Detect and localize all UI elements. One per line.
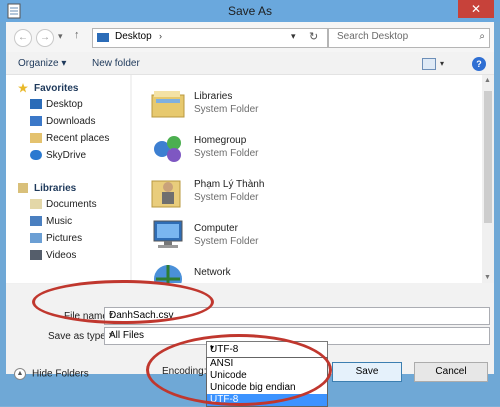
- scrollbar-thumb[interactable]: [484, 91, 492, 223]
- list-item[interactable]: Computer System Folder: [150, 217, 470, 257]
- file-name: Network: [194, 267, 231, 278]
- address-dropdown-icon[interactable]: ▾: [291, 31, 296, 42]
- sidebar-item-label: Documents: [46, 199, 97, 210]
- sidebar-item-label: Videos: [46, 250, 77, 261]
- homegroup-icon: [154, 136, 181, 162]
- save-as-type-dropdown-icon[interactable]: ▾: [109, 330, 486, 339]
- sidebar-item-desktop[interactable]: Desktop: [30, 99, 83, 110]
- view-dropdown-icon[interactable]: ▾: [440, 59, 444, 68]
- up-arrow-icon[interactable]: ↑: [74, 29, 80, 41]
- file-name: Computer: [194, 223, 238, 234]
- search-input[interactable]: Search Desktop ⌕: [328, 28, 490, 48]
- search-placeholder: Search Desktop: [337, 31, 409, 42]
- sidebar-item-label: Desktop: [46, 99, 83, 110]
- sidebar-item-label: Pictures: [46, 233, 83, 244]
- list-item[interactable]: Phạm Lý Thành System Folder: [150, 173, 470, 213]
- file-name: Phạm Lý Thành: [194, 179, 265, 190]
- navigation-pane: Favorites Desktop Downloads Recent place…: [6, 75, 130, 283]
- sidebar-item-music[interactable]: Music: [30, 216, 72, 227]
- change-view-icon[interactable]: [422, 58, 436, 70]
- pictures-icon: [30, 233, 42, 244]
- sidebar-item-downloads[interactable]: Downloads: [30, 116, 95, 127]
- file-list: Libraries System Folder Homegroup System…: [132, 75, 482, 283]
- file-type: System Folder: [194, 148, 259, 159]
- sidebar-item-recent-places[interactable]: Recent places: [30, 133, 109, 144]
- list-item[interactable]: Homegroup System Folder: [150, 129, 470, 169]
- list-item[interactable]: Libraries System Folder: [150, 85, 470, 125]
- organize-button[interactable]: Organize ▾: [18, 58, 66, 69]
- breadcrumb-chevron-icon[interactable]: ›: [159, 31, 162, 41]
- chevron-up-icon: ▲: [14, 368, 26, 380]
- navigation-bar: ← → ▾ ↑ Desktop › ▾ ↻ Search Desktop ⌕: [6, 22, 494, 52]
- file-type: System Folder: [194, 236, 259, 247]
- scroll-down-icon[interactable]: ▼: [484, 274, 491, 281]
- documents-icon: [30, 199, 42, 210]
- libraries-icon: [18, 183, 28, 194]
- hide-folders-button[interactable]: ▲ Hide Folders: [14, 368, 89, 380]
- star-icon: [18, 83, 28, 93]
- save-as-type-label: Save as type:: [48, 331, 109, 342]
- address-text: Desktop: [115, 31, 152, 42]
- window-title: Save As: [227, 4, 273, 18]
- scroll-up-icon[interactable]: ▲: [484, 77, 491, 84]
- favorites-group[interactable]: Favorites: [18, 83, 78, 94]
- sidebar-item-videos[interactable]: Videos: [30, 250, 76, 261]
- recent-locations-dropdown-icon[interactable]: ▾: [58, 31, 63, 42]
- skydrive-cloud-icon: [30, 150, 42, 161]
- videos-icon: [30, 250, 42, 261]
- sidebar-item-label: Music: [46, 216, 73, 227]
- hide-folders-label: Hide Folders: [32, 368, 89, 380]
- back-arrow-icon[interactable]: ←: [14, 29, 32, 47]
- user-folder-icon: [151, 180, 181, 208]
- libraries-icon: [151, 91, 185, 118]
- highlight-ellipse-filename: [32, 280, 214, 324]
- search-icon[interactable]: ⌕: [479, 31, 485, 42]
- refresh-icon[interactable]: ↻: [309, 30, 318, 43]
- file-type: System Folder: [194, 192, 259, 203]
- save-button[interactable]: Save: [332, 362, 402, 382]
- sidebar-item-pictures[interactable]: Pictures: [30, 233, 82, 244]
- desktop-icon: [30, 99, 42, 110]
- save-as-window: Save As ✕ ← → ▾ ↑ Desktop › ▾ ↻ Search D…: [0, 0, 500, 407]
- address-bar[interactable]: Desktop › ▾ ↻: [92, 28, 328, 48]
- recent-places-icon: [30, 133, 42, 144]
- file-list-vertical-scrollbar[interactable]: ▲ ▼: [482, 75, 494, 283]
- command-toolbar: Organize ▾ New folder ▾ ?: [6, 52, 494, 75]
- new-folder-button[interactable]: New folder: [92, 58, 140, 69]
- list-item[interactable]: Network: [150, 261, 470, 283]
- favorites-label: Favorites: [34, 83, 79, 94]
- cancel-button[interactable]: Cancel: [414, 362, 488, 382]
- libraries-label: Libraries: [34, 183, 77, 194]
- file-name: Libraries: [194, 91, 233, 102]
- libraries-group[interactable]: Libraries: [18, 183, 76, 194]
- file-type: System Folder: [194, 104, 259, 115]
- computer-icon: [153, 220, 183, 248]
- desktop-folder-icon: [97, 33, 109, 42]
- sidebar-item-documents[interactable]: Documents: [30, 199, 97, 210]
- help-icon[interactable]: ?: [472, 57, 486, 71]
- music-icon: [30, 216, 42, 227]
- sidebar-item-skydrive[interactable]: SkyDrive: [30, 150, 86, 161]
- downloads-icon: [30, 116, 42, 127]
- sidebar-item-label: Recent places: [46, 133, 110, 144]
- close-button[interactable]: ✕: [458, 0, 494, 18]
- sidebar-item-label: Downloads: [46, 116, 96, 127]
- forward-arrow-icon[interactable]: →: [36, 29, 54, 47]
- file-name: Homegroup: [194, 135, 247, 146]
- highlight-ellipse-encoding: [146, 334, 332, 406]
- network-icon: [154, 265, 182, 283]
- sidebar-item-label: SkyDrive: [46, 150, 87, 161]
- title-bar[interactable]: Save As ✕: [0, 0, 500, 22]
